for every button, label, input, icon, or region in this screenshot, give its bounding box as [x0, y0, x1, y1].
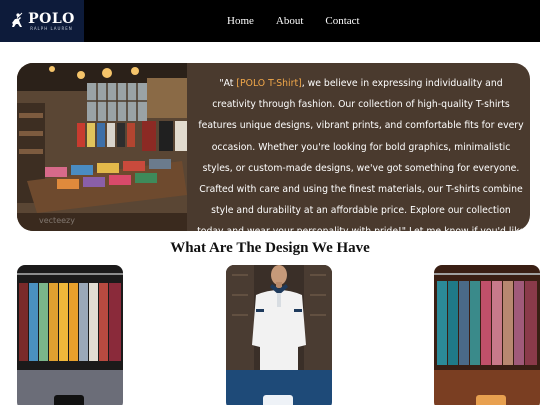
hero-description: "At [POLO T-Shirt], we believe in expres… [197, 73, 525, 231]
designs-section-title: What Are The Design We Have [170, 240, 370, 256]
navbar: POLO RALPH LAUREN Home About Contact [0, 0, 540, 42]
man-in-polo-shirt-photo [226, 265, 332, 370]
brand-logo[interactable]: POLO RALPH LAUREN [0, 0, 84, 42]
store-interior-photo: vecteezy [17, 63, 187, 231]
design-card-3[interactable] [434, 265, 540, 405]
nav-contact-link[interactable]: Contact [325, 15, 359, 27]
nav-home-link[interactable]: Home [227, 15, 254, 27]
design-card-2[interactable] [226, 265, 332, 405]
brand-name: POLO [28, 10, 75, 27]
hero-text-prefix: "At [219, 78, 237, 89]
hero-text-body: , we believe in expressing individuality… [197, 78, 525, 231]
view-design-button[interactable] [54, 395, 84, 405]
polo-player-icon [12, 12, 23, 27]
view-design-button[interactable] [263, 395, 293, 405]
view-design-button[interactable] [476, 395, 506, 405]
nav-about-link[interactable]: About [276, 15, 304, 27]
svg-text:vecteezy: vecteezy [39, 216, 75, 225]
colorful-shirts-rack-photo [17, 265, 123, 370]
hero-banner: vecteezy "At [POLO T-Shirt], we believe … [17, 63, 530, 231]
hero-brand-mention: [POLO T-Shirt] [236, 78, 302, 89]
design-card-1[interactable] [17, 265, 123, 405]
main-nav: Home About Contact [227, 0, 360, 42]
brand-tagline: RALPH LAUREN [30, 25, 73, 31]
hanging-shirts-photo [434, 265, 540, 370]
